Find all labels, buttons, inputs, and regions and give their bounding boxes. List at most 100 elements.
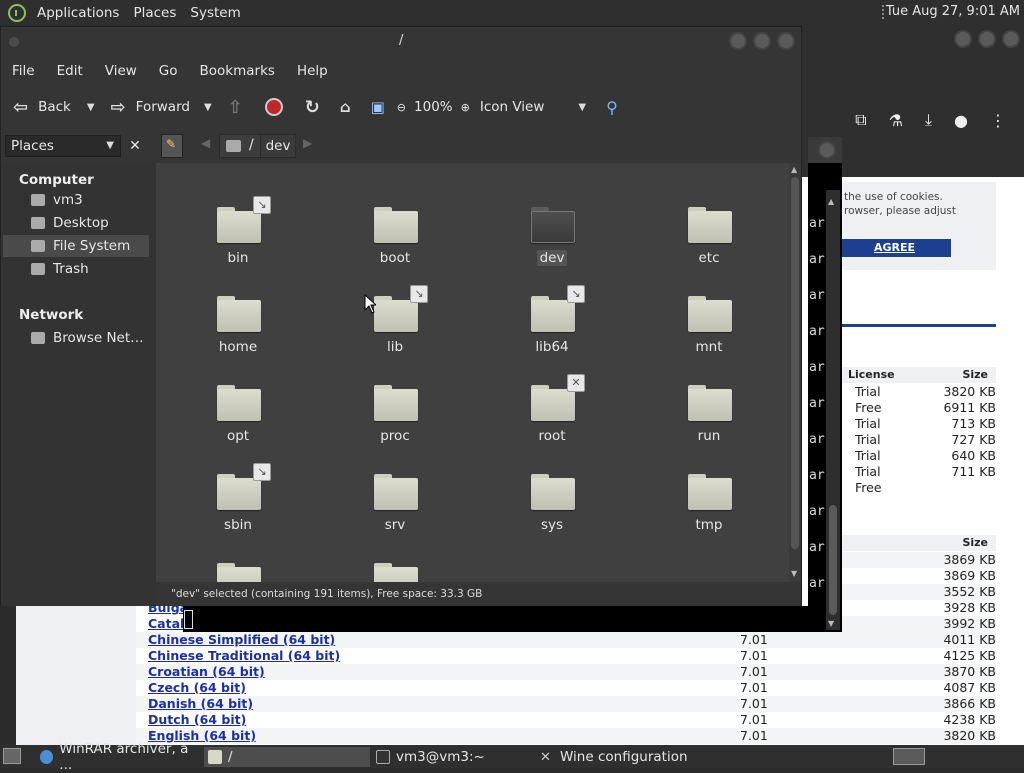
breadcrumb-scroll-right[interactable]: ▶ — [303, 136, 312, 150]
task-winrar-browser[interactable]: WinRAR archiver, a ... — [36, 741, 198, 773]
folder-item[interactable]: etc — [669, 202, 749, 282]
folder-item[interactable]: ↘ lib64 — [512, 285, 592, 371]
folder-item[interactable]: ✕ root — [512, 374, 592, 460]
folder-item[interactable] — [355, 558, 435, 582]
scroll-up-arrow-icon[interactable]: ▲ — [791, 165, 797, 174]
language-link[interactable]: Dutch (64 bit) — [148, 712, 246, 728]
chevron-down-icon: ▼ — [106, 140, 114, 151]
folder-item[interactable]: dev — [512, 202, 592, 282]
close-button[interactable] — [1002, 30, 1020, 48]
show-desktop-icon[interactable] — [3, 748, 21, 764]
stop-icon[interactable] — [264, 98, 283, 116]
close-button[interactable] — [818, 141, 836, 159]
menu-edit[interactable]: Edit — [46, 63, 94, 79]
folder-item[interactable]: proc — [355, 380, 435, 460]
menu-system[interactable]: System — [183, 5, 247, 21]
folder-item[interactable]: ↘ sbin — [198, 463, 278, 549]
computer-icon[interactable]: ▣ — [371, 98, 385, 116]
menu-go[interactable]: Go — [148, 63, 189, 79]
scroll-down-arrow-icon[interactable]: ▼ — [828, 619, 834, 628]
breadcrumb-dev-button[interactable]: dev — [260, 134, 296, 158]
menu-applications[interactable]: Applications — [30, 5, 126, 21]
minimize-button[interactable] — [954, 30, 972, 48]
size-cell: 3928 KB — [943, 600, 996, 615]
zoom-level[interactable]: 100% — [414, 99, 453, 115]
sidebar-item-desktop[interactable]: Desktop — [3, 212, 149, 234]
search-icon[interactable]: ⚲ — [606, 98, 618, 117]
task-wine-configuration[interactable]: ✕ Wine configuration — [536, 747, 706, 767]
extensions-icon[interactable]: ⧉ — [855, 110, 866, 130]
icon-view-scroll-thumb[interactable] — [791, 177, 799, 549]
sidebar-item-browse-network[interactable]: Browse Net… — [3, 327, 149, 349]
labs-flask-icon[interactable]: ⚗ — [889, 111, 903, 130]
account-icon[interactable]: ● — [954, 111, 968, 130]
back-button[interactable]: ⇦ Back — [13, 97, 71, 118]
fm-titlebar[interactable]: / — [1, 27, 801, 57]
menu-file[interactable]: File — [1, 63, 46, 79]
sidebar-item-file-system[interactable]: File System — [3, 235, 149, 257]
folder-item[interactable]: srv — [355, 469, 435, 549]
agree-button[interactable]: AGREE — [838, 239, 951, 257]
task-terminal[interactable]: vm3@vm3:~ — [372, 747, 532, 767]
sidebar-item-vm3[interactable]: vm3 — [3, 189, 149, 211]
folder-item[interactable]: ↘ bin — [198, 196, 278, 282]
sidebar-item-trash[interactable]: Trash — [3, 258, 149, 280]
version-cell: 7.01 — [740, 680, 768, 695]
scroll-down-arrow-icon[interactable]: ▼ — [791, 569, 797, 578]
folder-item[interactable]: mnt — [669, 291, 749, 371]
panel-clock[interactable]: Tue Aug 27, 9:01 AM — [886, 4, 1020, 19]
folder-item[interactable]: run — [669, 380, 749, 460]
folder-item[interactable]: boot — [355, 202, 435, 282]
language-link[interactable]: Czech (64 bit) — [148, 680, 246, 696]
icon-view[interactable]: ↘ bin boot dev etc home ↘ lib ↘ lib64 mnt opt proc ✕ r… — [156, 163, 789, 582]
menu-help[interactable]: Help — [286, 63, 339, 79]
terminal-titlebar[interactable] — [808, 137, 842, 163]
scroll-up-arrow-icon[interactable]: ▲ — [828, 197, 834, 206]
symlink-emblem-icon: ↘ — [253, 463, 271, 481]
view-mode-select[interactable]: Icon View — [480, 99, 545, 115]
sidebar-item-label: Trash — [53, 261, 89, 277]
folder-item[interactable]: home — [198, 291, 278, 371]
language-link[interactable]: Chinese Simplified (64 bit) — [148, 632, 335, 648]
view-mode-dropdown[interactable]: ▼ — [578, 102, 586, 113]
kebab-menu-icon[interactable]: ⋮ — [990, 111, 1006, 130]
terminal-scroll-thumb[interactable] — [829, 505, 837, 615]
task-label: / — [228, 749, 233, 765]
home-icon[interactable]: ⌂ — [340, 98, 351, 116]
menu-view[interactable]: View — [94, 63, 148, 79]
breadcrumb-scroll-left[interactable]: ◀ — [201, 136, 210, 150]
back-arrow-icon: ⇦ — [13, 96, 29, 118]
sidebar-places-select[interactable]: Places ▼ — [5, 135, 121, 157]
language-link[interactable]: Croatian (64 bit) — [148, 664, 265, 680]
edit-location-toggle[interactable]: ✎ — [161, 134, 183, 158]
language-link[interactable]: Chinese Traditional (64 bit) — [148, 648, 340, 664]
menu-bookmarks[interactable]: Bookmarks — [189, 63, 286, 79]
terminal-prompt-area[interactable] — [183, 606, 808, 632]
minimize-button[interactable] — [729, 32, 747, 50]
forward-history-dropdown[interactable]: ▼ — [204, 102, 212, 113]
close-sidebar-icon[interactable]: ✕ — [125, 135, 145, 157]
folder-item[interactable] — [198, 558, 278, 582]
folder-item[interactable]: tmp — [669, 469, 749, 549]
folder-item[interactable]: sys — [512, 469, 592, 549]
reload-icon[interactable]: ↻ — [305, 97, 320, 118]
menu-places[interactable]: Places — [126, 5, 183, 21]
breadcrumb-root-button[interactable]: / — [219, 134, 261, 158]
zoom-out-icon[interactable]: ⊖ — [397, 101, 406, 114]
version-cell: 7.01 — [740, 696, 768, 711]
zoom-in-icon[interactable]: ⊕ — [461, 101, 470, 114]
forward-button[interactable]: ⇨ Forward — [111, 97, 190, 118]
download-icon[interactable]: ⤓ — [925, 110, 932, 130]
mate-logo-icon[interactable] — [8, 3, 26, 22]
maximize-button[interactable] — [753, 32, 771, 50]
close-button[interactable] — [777, 32, 795, 50]
language-link[interactable]: Danish (64 bit) — [148, 696, 253, 712]
workspace-switcher[interactable] — [893, 748, 925, 765]
back-history-dropdown[interactable]: ▼ — [87, 102, 95, 113]
up-arrow-icon[interactable]: ⇧ — [228, 97, 243, 118]
folder-item[interactable]: opt — [198, 380, 278, 460]
maximize-button[interactable] — [978, 30, 996, 48]
window-menu-icon[interactable] — [9, 37, 19, 47]
lang-link-partial[interactable]: Catal — [148, 616, 184, 632]
task-file-manager[interactable]: / — [204, 747, 370, 767]
